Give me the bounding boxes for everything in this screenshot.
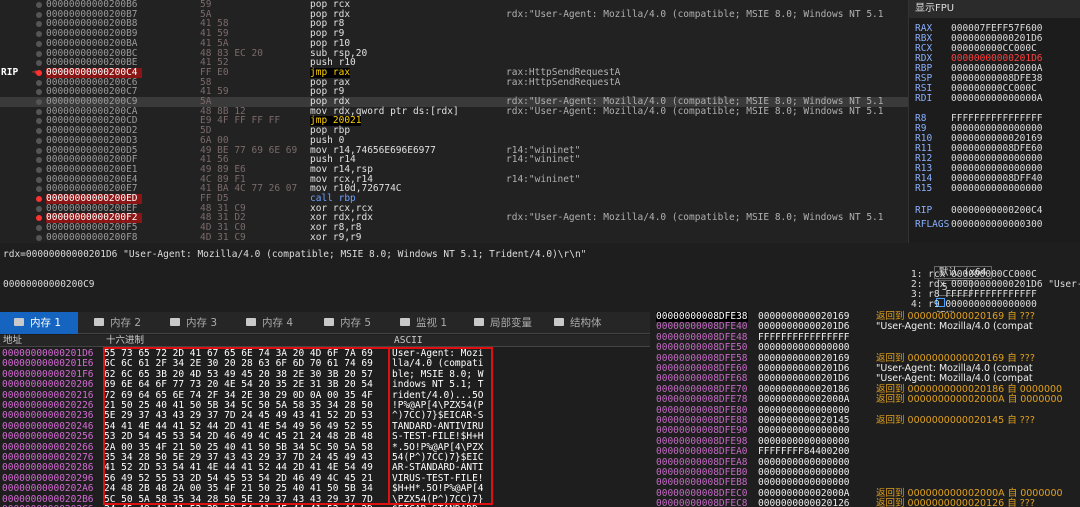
register-name: RIP xyxy=(915,205,933,216)
breakpoint-icon[interactable] xyxy=(36,2,42,8)
col-ascii: ASCII xyxy=(394,335,423,346)
breakpoint-icon[interactable] xyxy=(36,225,42,232)
breakpoint-icon[interactable] xyxy=(36,99,42,105)
register-row[interactable]: RIP 00000000000200C4 xyxy=(915,206,1043,216)
col-hex: 十六进制 xyxy=(106,335,145,346)
info-line: rdx=00000000000201D6 "User-Agent: Mozill… xyxy=(0,248,908,262)
stack-comment: 返回到 0000000000020126 自 ??? xyxy=(876,498,1035,507)
tab-label: 结构体 xyxy=(570,317,602,329)
register-panel[interactable]: 显示FPU RAX 000007FEFF57F600 RBX 000000000002… xyxy=(908,0,1080,243)
breakpoint-icon[interactable] xyxy=(36,215,42,222)
register-row[interactable]: RFLAGS 0000000000000300 xyxy=(915,220,1043,230)
show-fpu-toggle[interactable]: 显示FPU xyxy=(909,0,1080,18)
breakpoint-icon[interactable] xyxy=(36,21,42,28)
call-args-panel[interactable]: 默认 (x64 5 解锁 1: rcx 000000000CC000C2: rd… xyxy=(908,248,1080,322)
tab-icon xyxy=(170,318,180,326)
register-name: RDI xyxy=(915,93,933,104)
breakpoint-icon[interactable] xyxy=(36,79,42,86)
disasm-comment: r14:"wininet" xyxy=(506,154,581,166)
dump-tab-bar: 内存 1 内存 2 内存 3 内存 4 内存 5 监视 1 局部变量 结构体 xyxy=(0,312,650,334)
stack-value: 0000000000020126 xyxy=(758,498,850,507)
register-value: 00000000000200C4 xyxy=(951,205,1043,216)
disasm-instruction: xor r9,r9 xyxy=(310,231,362,243)
address-line: 00000000000200C9 xyxy=(3,279,95,290)
tab-label: 内存 4 xyxy=(262,317,294,329)
tab-icon xyxy=(94,318,104,326)
tab-5[interactable]: 监视 1 xyxy=(386,312,458,334)
disasm-comment: rdx:"User-Agent: Mozilla/4.0 (compatible… xyxy=(506,105,884,117)
breakpoint-icon[interactable] xyxy=(36,108,42,115)
highlight-box xyxy=(103,347,493,505)
breakpoint-icon[interactable] xyxy=(36,11,42,18)
tab-2[interactable]: 内存 3 xyxy=(156,312,230,334)
tab-label: 内存 2 xyxy=(110,317,142,329)
breakpoint-icon[interactable] xyxy=(36,50,42,57)
breakpoint-icon[interactable] xyxy=(36,234,42,241)
call-arg-row: 4: r9 0000000000000000 xyxy=(911,299,1037,310)
disasm-bytes: 4D 31 C9 xyxy=(200,231,246,243)
disasm-bytes: E9 4F FF FF FF xyxy=(200,115,281,127)
register-name: RFLAGS xyxy=(915,219,950,230)
stack-comment: "User-Agent: Mozilla/4.0 (compat xyxy=(876,321,1033,333)
breakpoint-icon[interactable] xyxy=(36,40,42,47)
breakpoint-icon[interactable] xyxy=(36,176,42,183)
tab-icon xyxy=(14,318,24,326)
highlight-divider xyxy=(388,347,390,505)
breakpoint-icon[interactable] xyxy=(36,31,42,38)
tab-label: 内存 5 xyxy=(340,317,372,329)
disasm-address: 00000000000200F8 xyxy=(46,231,138,243)
register-row[interactable]: RDI 000000000000000A xyxy=(915,94,1043,104)
disasm-comment: rdx:"User-Agent: Mozilla/4.0 (compatible… xyxy=(506,8,884,20)
breakpoint-icon[interactable] xyxy=(36,196,42,202)
tab-label: 监视 1 xyxy=(416,317,448,329)
tab-icon xyxy=(324,318,334,326)
tab-0[interactable]: 内存 1 xyxy=(0,312,78,334)
rip-arrow-icon: ➔ xyxy=(32,67,38,78)
stack-address: 00000000008DFEC8 xyxy=(656,498,748,507)
breakpoint-icon[interactable] xyxy=(36,186,42,193)
breakpoint-icon[interactable] xyxy=(36,137,42,144)
register-value: 000000000000000A xyxy=(951,93,1043,104)
disasm-comment: rax:HttpSendRequestA xyxy=(506,76,621,88)
breakpoint-icon[interactable] xyxy=(36,157,42,164)
call-args-header: 默认 (x64 5 解锁 xyxy=(911,252,992,322)
rip-label: RIP xyxy=(1,67,19,78)
tab-1[interactable]: 内存 2 xyxy=(80,312,154,334)
disassembly-view[interactable]: 00000000000200B6 59 pop rcx 00000000000200B… xyxy=(0,0,908,243)
register-row[interactable]: R15 0000000000000000 xyxy=(915,184,1043,194)
breakpoint-icon[interactable] xyxy=(36,89,42,96)
tab-icon xyxy=(246,318,256,326)
tab-label: 内存 1 xyxy=(30,317,62,329)
tab-label: 局部变量 xyxy=(490,317,532,329)
tab-icon xyxy=(554,318,564,326)
breakpoint-icon[interactable] xyxy=(36,118,42,125)
disasm-comment: rdx:"User-Agent: Mozilla/4.0 (compatible… xyxy=(506,212,884,224)
disasm-row[interactable]: 00000000000200F8 4D 31 C9 xor r9,r9 xyxy=(0,233,908,243)
disasm-comment: r14:"wininet" xyxy=(506,173,581,185)
stack-comment: 返回到 000000000002000A 自 0000000 xyxy=(876,394,1063,406)
tab-7[interactable]: 结构体 xyxy=(540,312,620,334)
breakpoint-icon[interactable] xyxy=(36,60,42,67)
register-value: 0000000000000300 xyxy=(951,219,1043,230)
register-name: R15 xyxy=(915,183,933,194)
stack-comment: 返回到 0000000000020145 自 ??? xyxy=(876,415,1035,426)
tab-icon xyxy=(400,318,410,326)
tab-4[interactable]: 内存 5 xyxy=(310,312,384,334)
breakpoint-icon[interactable] xyxy=(36,205,42,212)
tab-label: 内存 3 xyxy=(186,317,218,329)
tab-icon xyxy=(474,318,484,326)
col-address: 地址 xyxy=(3,335,23,346)
tab-3[interactable]: 内存 4 xyxy=(232,312,308,334)
stack-view[interactable]: 00000000008DFE38 0000000000020169 返回到 0000… xyxy=(654,311,1080,507)
breakpoint-icon[interactable] xyxy=(36,147,42,154)
dump-header: 地址 十六进制 ASCII xyxy=(0,335,650,347)
breakpoint-icon[interactable] xyxy=(36,166,42,173)
tab-6[interactable]: 局部变量 xyxy=(460,312,538,334)
register-value: 0000000000000000 xyxy=(951,183,1043,194)
breakpoint-icon[interactable] xyxy=(36,128,42,135)
